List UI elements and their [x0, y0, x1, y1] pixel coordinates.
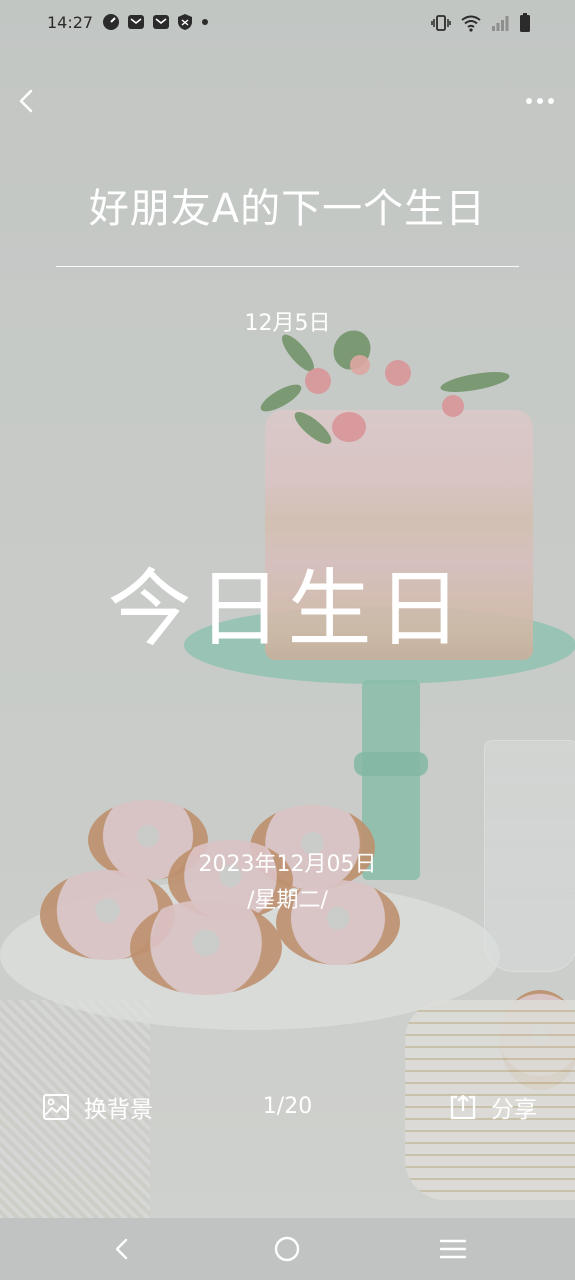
- share-label: 分享: [491, 1097, 537, 1123]
- birthday-status: 今日生日: [107, 560, 468, 658]
- mail-icon: [152, 13, 170, 35]
- nav-menu-button[interactable]: [438, 1234, 468, 1264]
- nav-home-icon: [274, 1236, 300, 1262]
- nav-home-button[interactable]: [272, 1234, 302, 1264]
- back-button[interactable]: [12, 86, 42, 116]
- birthday-weekday: /星期二/: [247, 888, 328, 913]
- mail-icon: [127, 13, 145, 35]
- system-nav-bar: [0, 1218, 575, 1280]
- nav-back-button[interactable]: [107, 1234, 137, 1264]
- share-button[interactable]: 分享: [449, 1090, 537, 1124]
- status-icons-right: [431, 13, 531, 37]
- wifi-icon: [461, 14, 481, 36]
- signal-icon: [491, 14, 509, 36]
- nav-menu-icon: [439, 1239, 467, 1259]
- status-time: 14:27: [47, 13, 94, 32]
- birthday-title: 好朋友A的下一个生日: [88, 186, 487, 232]
- battery-icon: [519, 13, 531, 37]
- speed-icon: [102, 13, 120, 35]
- dot-icon: [200, 13, 210, 35]
- share-icon: [450, 1094, 476, 1120]
- nav-back-icon: [115, 1238, 128, 1260]
- vibrate-icon: [431, 14, 451, 36]
- shield-icon: [177, 13, 193, 35]
- chevron-left-icon: [19, 89, 33, 113]
- title-divider: [56, 266, 519, 267]
- status-bar: 14:27: [0, 0, 575, 46]
- birthday-full-date: 2023年12月05日: [198, 852, 377, 877]
- status-icons-left: [102, 13, 210, 35]
- more-button[interactable]: [525, 88, 555, 114]
- birthday-date-short: 12月5日: [244, 311, 331, 336]
- more-dots-icon: [526, 98, 554, 104]
